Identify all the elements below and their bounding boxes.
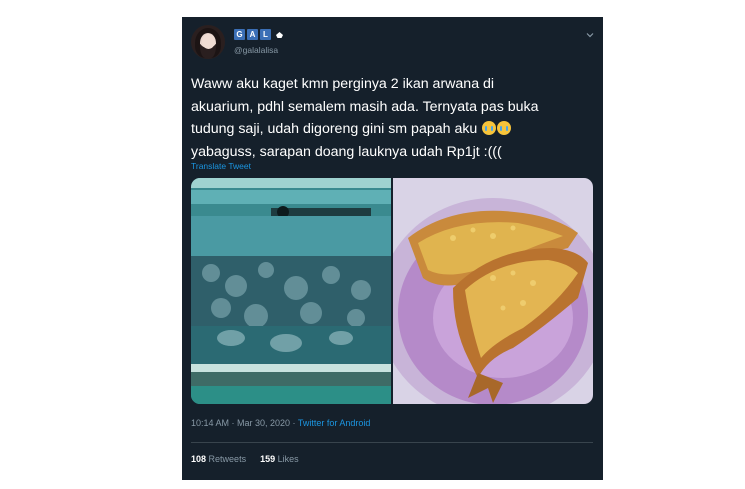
loudly-crying-face-icon [482, 121, 497, 135]
avatar[interactable] [191, 25, 225, 59]
tweet-text-line: Waww aku kaget kmn perginya 2 ikan arwan… [191, 76, 495, 92]
divider [191, 442, 593, 443]
user-handle[interactable]: @galalalisa [234, 45, 278, 55]
display-name[interactable]: G A L [234, 29, 284, 40]
tweet-text-line: yabaguss, sarapan doang lauknya udah Rp1… [191, 143, 502, 160]
aquarium-photo[interactable] [191, 178, 391, 404]
fried-fish-photo[interactable] [378, 178, 593, 404]
likes-stat[interactable]: 159 Likes [260, 454, 299, 464]
name-letter: A [247, 29, 258, 40]
chevron-down-icon[interactable] [585, 27, 595, 38]
translate-tweet-link[interactable]: Translate Tweet [191, 161, 251, 171]
tweet-media [191, 178, 593, 404]
name-letter: L [260, 29, 271, 40]
retweets-label: Retweets [208, 454, 247, 464]
retweets-count: 108 [191, 454, 207, 464]
retweets-stat[interactable]: 108 Retweets [191, 454, 246, 464]
tweet-time[interactable]: 10:14 AM · Mar 30, 2020 · [191, 418, 298, 428]
tweet-timestamp: 10:14 AM · Mar 30, 2020 · Twitter for An… [191, 418, 370, 428]
tweet-source-link[interactable]: Twitter for Android [298, 418, 371, 428]
tweet-text-line: akuarium, pdhl semalem masih ada. Ternya… [191, 98, 539, 115]
likes-count: 159 [260, 454, 276, 464]
loudly-crying-face-icon [497, 121, 512, 135]
tweet-card: G A L @galalalisa Waww aku kaget kmn per… [182, 17, 603, 480]
emblem-icon [275, 30, 284, 39]
likes-label: Likes [277, 454, 299, 464]
tweet-text-line: tudung saji, udah digoreng gini sm papah… [191, 121, 478, 137]
tweet-text: Waww aku kaget kmn perginya 2 ikan arwan… [191, 73, 596, 163]
name-letter: G [234, 29, 245, 40]
tweet-stats: 108 Retweets 159 Likes [191, 454, 299, 464]
